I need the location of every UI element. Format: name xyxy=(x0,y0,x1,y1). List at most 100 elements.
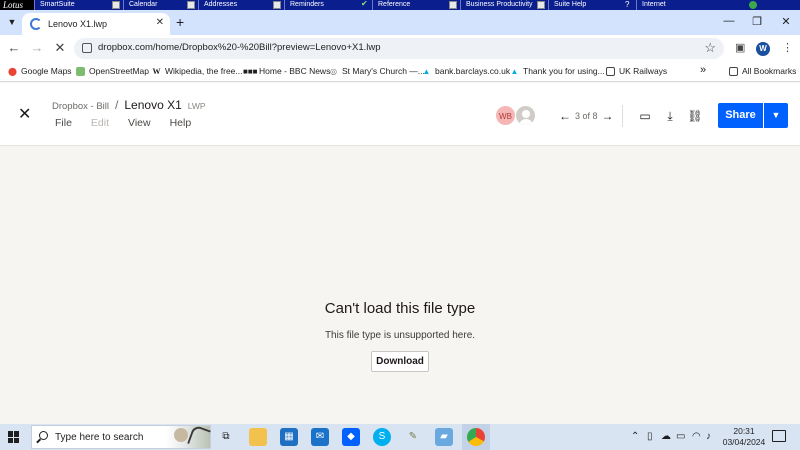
unsupported-title: Can't load this file type xyxy=(324,300,476,317)
close-preview-icon[interactable]: ✕ xyxy=(18,107,31,123)
all-bookmarks[interactable]: All Bookmarks xyxy=(729,66,796,76)
taskbar-search-placeholder[interactable]: Type here to search xyxy=(55,432,143,443)
menu-file[interactable]: File xyxy=(55,117,72,129)
dropbox-preview-header: ✕ Dropbox - Bill / Lenovo X1 LWP File Ed… xyxy=(0,83,800,146)
openstreetmap-icon xyxy=(76,66,85,76)
addresses-icon xyxy=(273,1,281,9)
bookmark-bbc-news[interactable]: ■■■ Home - BBC News xyxy=(243,66,330,76)
task-view-icon[interactable]: ⧉ xyxy=(217,428,235,446)
lotus-smartsuite-bar: Lotus SmartSuite Calendar Addresses Remi… xyxy=(0,0,800,10)
stop-icon[interactable]: ✕ xyxy=(53,41,67,55)
file-explorer-icon[interactable] xyxy=(249,428,267,446)
folder-icon xyxy=(606,66,615,76)
barclays-eagle-icon: ▲ xyxy=(510,66,519,76)
tab-close-icon[interactable]: ✕ xyxy=(156,17,164,28)
window-close-icon[interactable]: ✕ xyxy=(779,15,793,28)
file-extension: LWP xyxy=(187,101,206,111)
browser-toolbar: ← → ✕ dropbox.com/home/Dropbox%20-%20Bil… xyxy=(0,35,800,62)
business-icon xyxy=(537,1,545,9)
file-pager: ← 3 of 8 → xyxy=(558,109,615,123)
minimize-icon[interactable]: — xyxy=(722,15,736,27)
bookmark-st-marys[interactable]: ◎ St Mary's Church —... xyxy=(329,66,425,76)
bookmark-star-icon[interactable]: ☆ xyxy=(704,40,716,56)
lotus-item-internet[interactable]: Internet xyxy=(636,0,760,10)
lotus-item-smartsuite[interactable]: SmartSuite xyxy=(34,0,123,10)
loading-spinner-icon xyxy=(30,18,42,30)
restore-icon[interactable]: ❐ xyxy=(750,15,764,28)
pen-tool-icon[interactable]: ✎ xyxy=(404,428,422,446)
file-name[interactable]: Lenovo X1 xyxy=(124,98,181,112)
bookmark-wikipedia[interactable]: W Wikipedia, the free... xyxy=(152,66,243,76)
user-avatar-wb[interactable]: WB xyxy=(495,105,516,126)
microsoft-store-icon[interactable]: ▦ xyxy=(280,428,298,446)
app-icon[interactable]: ▰ xyxy=(435,428,453,446)
bookmarks-overflow-icon[interactable]: » xyxy=(700,64,706,76)
dropbox-icon[interactable]: ◆ xyxy=(342,428,360,446)
comment-icon[interactable]: ▭ xyxy=(637,109,653,123)
menu-help[interactable]: Help xyxy=(170,117,192,129)
taskbar-search-box[interactable]: Type here to search xyxy=(31,425,211,449)
smartsuite-icon xyxy=(112,1,120,9)
side-panel-icon[interactable]: ▣ xyxy=(735,41,745,54)
tray-overflow-chevron-icon[interactable]: ⌃ xyxy=(631,431,639,442)
battery-icon[interactable]: ▭ xyxy=(676,431,685,442)
address-bar[interactable]: dropbox.com/home/Dropbox%20-%20Bill?prev… xyxy=(74,38,724,59)
new-tab-plus-icon[interactable]: + xyxy=(176,14,184,30)
globe-icon: ◎ xyxy=(330,66,337,76)
windows-start-icon[interactable] xyxy=(8,431,20,443)
lotus-item-business-productivity[interactable]: Business Productivity xyxy=(460,0,548,10)
tray-device-icon[interactable]: ▯ xyxy=(647,431,653,442)
bookmark-google-maps[interactable]: ⬤ Google Maps xyxy=(8,66,72,76)
generic-user-avatar[interactable] xyxy=(515,105,536,126)
pager-count: 3 of 8 xyxy=(575,111,598,121)
volume-icon[interactable]: ♪ xyxy=(706,431,711,442)
lotus-item-addresses[interactable]: Addresses xyxy=(198,0,284,10)
chrome-icon[interactable] xyxy=(467,428,485,446)
bookmark-openstreetmap[interactable]: OpenStreetMap xyxy=(76,66,149,76)
back-arrow-icon[interactable]: ← xyxy=(7,41,21,55)
notification-center-icon[interactable] xyxy=(772,430,786,442)
mail-icon[interactable]: ✉ xyxy=(311,428,329,446)
share-dropdown-chevron-icon[interactable]: ▼ xyxy=(764,103,788,128)
menu-view[interactable]: View xyxy=(128,117,151,129)
url-text[interactable]: dropbox.com/home/Dropbox%20-%20Bill?prev… xyxy=(98,42,381,53)
onedrive-cloud-icon[interactable]: ☁ xyxy=(661,431,671,442)
breadcrumb: Dropbox - Bill / Lenovo X1 LWP xyxy=(52,98,206,112)
lotus-item-suite-help[interactable]: Suite Help? xyxy=(548,0,636,10)
lotus-logo[interactable]: Lotus xyxy=(0,0,34,10)
clock-time: 20:31 xyxy=(733,426,755,436)
profile-avatar[interactable]: W xyxy=(756,42,770,56)
download-button[interactable]: Download xyxy=(371,351,429,372)
calendar-icon xyxy=(187,1,195,9)
tab-search-chevron-icon[interactable]: ▼ xyxy=(4,14,20,30)
skype-icon[interactable]: S xyxy=(373,428,391,446)
lotus-item-reference[interactable]: Reference xyxy=(372,0,460,10)
wifi-icon[interactable]: ◠ xyxy=(692,431,701,442)
lotus-item-calendar[interactable]: Calendar xyxy=(123,0,198,10)
site-info-icon[interactable] xyxy=(82,43,92,53)
kebab-menu-icon[interactable]: ⋮ xyxy=(782,41,793,54)
lotus-item-reminders[interactable]: Reminders ✔ xyxy=(284,0,372,10)
header-divider xyxy=(622,105,623,127)
forward-arrow-icon[interactable]: → xyxy=(30,41,44,55)
bbc-icon: ■■■ xyxy=(243,66,258,76)
barclays-eagle-icon: ▲ xyxy=(422,66,431,76)
previous-file-arrow-icon[interactable]: ← xyxy=(558,109,572,123)
globe-icon xyxy=(749,1,757,9)
next-file-arrow-icon[interactable]: → xyxy=(601,109,615,123)
breadcrumb-separator: / xyxy=(115,98,119,112)
bookmark-uk-railways[interactable]: UK Railways xyxy=(606,66,667,76)
share-button[interactable]: Share xyxy=(718,103,763,128)
menu-edit[interactable]: Edit xyxy=(91,117,109,129)
search-highlight-image xyxy=(166,426,210,448)
bookmark-barclays[interactable]: ▲ bank.barclays.co.uk xyxy=(422,66,511,76)
copy-link-icon[interactable]: ⛓ xyxy=(687,109,703,123)
breadcrumb-parent[interactable]: Dropbox - Bill xyxy=(52,101,109,112)
browser-tab[interactable]: Lenovo X1.lwp ✕ xyxy=(22,13,170,35)
preview-menu: File Edit View Help xyxy=(55,117,210,129)
system-clock[interactable]: 20:31 03/04/2024 xyxy=(722,426,766,448)
clock-date: 03/04/2024 xyxy=(722,437,766,447)
reference-icon xyxy=(449,1,457,9)
bookmark-thank-you[interactable]: ▲ Thank you for using... xyxy=(510,66,605,76)
download-icon[interactable]: ⤓ xyxy=(662,109,678,124)
